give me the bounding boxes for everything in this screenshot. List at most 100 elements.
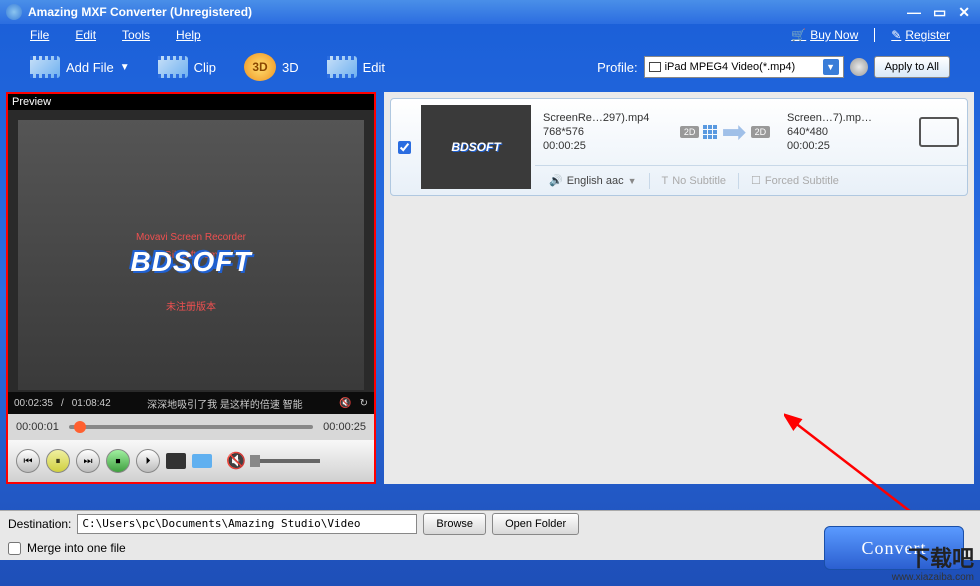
watermark-text: Movavi Screen Recorder (136, 232, 246, 243)
buy-now-link[interactable]: 🛒Buy Now (791, 28, 858, 42)
separator (874, 28, 875, 42)
profile-label: Profile: (597, 60, 637, 75)
watermark-url: www.xiazaiba.com (892, 572, 974, 584)
source-filename: ScreenRe…297).mp4 (543, 112, 663, 124)
timeline-knob[interactable] (74, 421, 86, 433)
target-resolution: 640*480 (787, 126, 907, 138)
close-button[interactable]: ✕ (954, 4, 974, 21)
gear-icon[interactable] (850, 58, 868, 76)
mute-icon[interactable]: 🔇 (226, 451, 246, 471)
edit-button[interactable]: Edit (327, 56, 385, 78)
watermark-text: 未注册版本 (166, 298, 216, 313)
pen-icon: ✎ (891, 28, 901, 42)
mosaic-icon (703, 125, 717, 139)
badge-2d: 2D (680, 126, 700, 138)
timeline-track[interactable] (69, 425, 313, 429)
profile-section: Profile: iPad MPEG4 Video(*.mp4) ▼ Apply… (597, 56, 950, 78)
maximize-button[interactable]: ▭ (929, 4, 950, 21)
minimize-button[interactable]: — (903, 4, 925, 21)
menu-help[interactable]: Help (176, 28, 201, 42)
3d-button[interactable]: 3D 3D (244, 53, 299, 81)
snapshot-button[interactable] (166, 453, 186, 469)
preview-panel: Preview Movavi Screen Recorder GiliSoft … (6, 92, 376, 484)
item-checkbox[interactable] (398, 141, 411, 154)
folder-button[interactable] (192, 454, 212, 468)
3d-icon: 3D (244, 53, 276, 81)
profile-dropdown[interactable]: iPad MPEG4 Video(*.mp4) ▼ (644, 56, 844, 78)
app-logo-icon (6, 4, 22, 20)
watermark-logo: BDSOFT (130, 246, 251, 278)
timeline-bar: 00:00:01 00:00:25 (8, 414, 374, 440)
checkbox-icon: ☐ (751, 174, 761, 187)
speaker-icon: 🔇 (339, 398, 351, 409)
window-title: Amazing MXF Converter (Unregistered) (28, 5, 252, 19)
open-folder-button[interactable]: Open Folder (492, 513, 579, 535)
forced-subtitle-toggle[interactable]: ☐ Forced Subtitle (745, 172, 845, 189)
window-controls: — ▭ ✕ (903, 4, 974, 21)
volume-control: 🔇 (226, 451, 320, 471)
source-duration: 00:00:25 (543, 140, 663, 152)
main-area: Preview Movavi Screen Recorder GiliSoft … (0, 88, 980, 488)
overlay-time-current: 00:02:35 (14, 398, 53, 409)
time-total: 00:00:25 (323, 421, 366, 433)
wand-film-icon (327, 56, 357, 78)
device-icon (649, 62, 661, 72)
player-controls: ⏮ ⏸ ⏭ ⏹ ⏵ 🔇 (8, 440, 374, 482)
source-info: ScreenRe…297).mp4 768*576 00:00:25 (543, 112, 663, 152)
chevron-down-icon: ▼ (120, 62, 130, 73)
item-thumbnail[interactable]: BDSOFT (421, 105, 531, 189)
overlay-subtitle: 深深地吸引了我 是这样的倍速 智能 (119, 396, 332, 411)
merge-label: Merge into one file (27, 541, 126, 555)
volume-slider[interactable] (250, 459, 320, 463)
pause-button[interactable]: ⏸ (46, 449, 70, 473)
audio-track-dropdown[interactable]: 🔊 English aac ▼ (543, 172, 643, 189)
toolbar: Add File ▼ Clip 3D 3D Edit Profile: iPad… (0, 46, 980, 88)
corner-watermark: 下载吧 www.xiazaiba.com (892, 546, 974, 584)
titlebar: Amazing MXF Converter (Unregistered) — ▭… (0, 0, 980, 24)
clip-button[interactable]: Clip (158, 56, 216, 78)
destination-path[interactable] (77, 514, 417, 534)
destination-label: Destination: (8, 517, 71, 531)
bottom-bar: Destination: Browse Open Folder Merge in… (0, 510, 980, 586)
target-filename: Screen…7).mp… (787, 112, 907, 124)
file-list-panel: BDSOFT ScreenRe…297).mp4 768*576 00:00:2… (384, 92, 974, 484)
text-icon: T (662, 175, 669, 187)
forward-button[interactable]: ⏭ (76, 449, 100, 473)
menu-file[interactable]: File (30, 28, 49, 42)
chevron-down-icon: ▼ (823, 59, 839, 75)
film-icon (30, 56, 60, 78)
rewind-button[interactable]: ⏮ (16, 449, 40, 473)
target-duration: 00:00:25 (787, 140, 907, 152)
cart-icon: 🛒 (791, 28, 806, 42)
arrow-right-icon: ➡ (721, 115, 746, 150)
profile-value: iPad MPEG4 Video(*.mp4) (665, 61, 796, 73)
source-resolution: 768*576 (543, 126, 663, 138)
separator (738, 173, 739, 189)
item-info: ScreenRe…297).mp4 768*576 00:00:25 2D ➡ … (535, 99, 967, 195)
subtitle-dropdown[interactable]: T No Subtitle (656, 173, 733, 189)
menu-edit[interactable]: Edit (75, 28, 96, 42)
register-link[interactable]: ✎Register (891, 28, 950, 42)
add-file-button[interactable]: Add File ▼ (30, 56, 130, 78)
merge-checkbox[interactable] (8, 542, 21, 555)
preview-video[interactable]: Movavi Screen Recorder GiliSoft com BDSO… (8, 110, 374, 414)
menubar: File Edit Tools Help 🛒Buy Now ✎Register (0, 24, 980, 46)
volume-knob[interactable] (250, 455, 260, 467)
device-preview-icon (919, 117, 959, 147)
next-button[interactable]: ⏵ (136, 449, 160, 473)
refresh-icon: ↻ (360, 398, 368, 409)
preview-label: Preview (8, 94, 374, 110)
time-current: 00:00:01 (16, 421, 59, 433)
scissors-film-icon (158, 56, 188, 78)
list-item[interactable]: BDSOFT ScreenRe…297).mp4 768*576 00:00:2… (390, 98, 968, 196)
target-info: Screen…7).mp… 640*480 00:00:25 (787, 112, 907, 152)
menu-tools[interactable]: Tools (122, 28, 150, 42)
stop-button[interactable]: ⏹ (106, 449, 130, 473)
speaker-icon: 🔊 (549, 174, 563, 187)
overlay-time-total: 01:08:42 (72, 398, 111, 409)
browse-button[interactable]: Browse (423, 513, 486, 535)
badge-2d: 2D (751, 126, 771, 138)
chevron-down-icon: ▼ (628, 176, 637, 186)
separator (649, 173, 650, 189)
apply-to-all-button[interactable]: Apply to All (874, 56, 950, 78)
